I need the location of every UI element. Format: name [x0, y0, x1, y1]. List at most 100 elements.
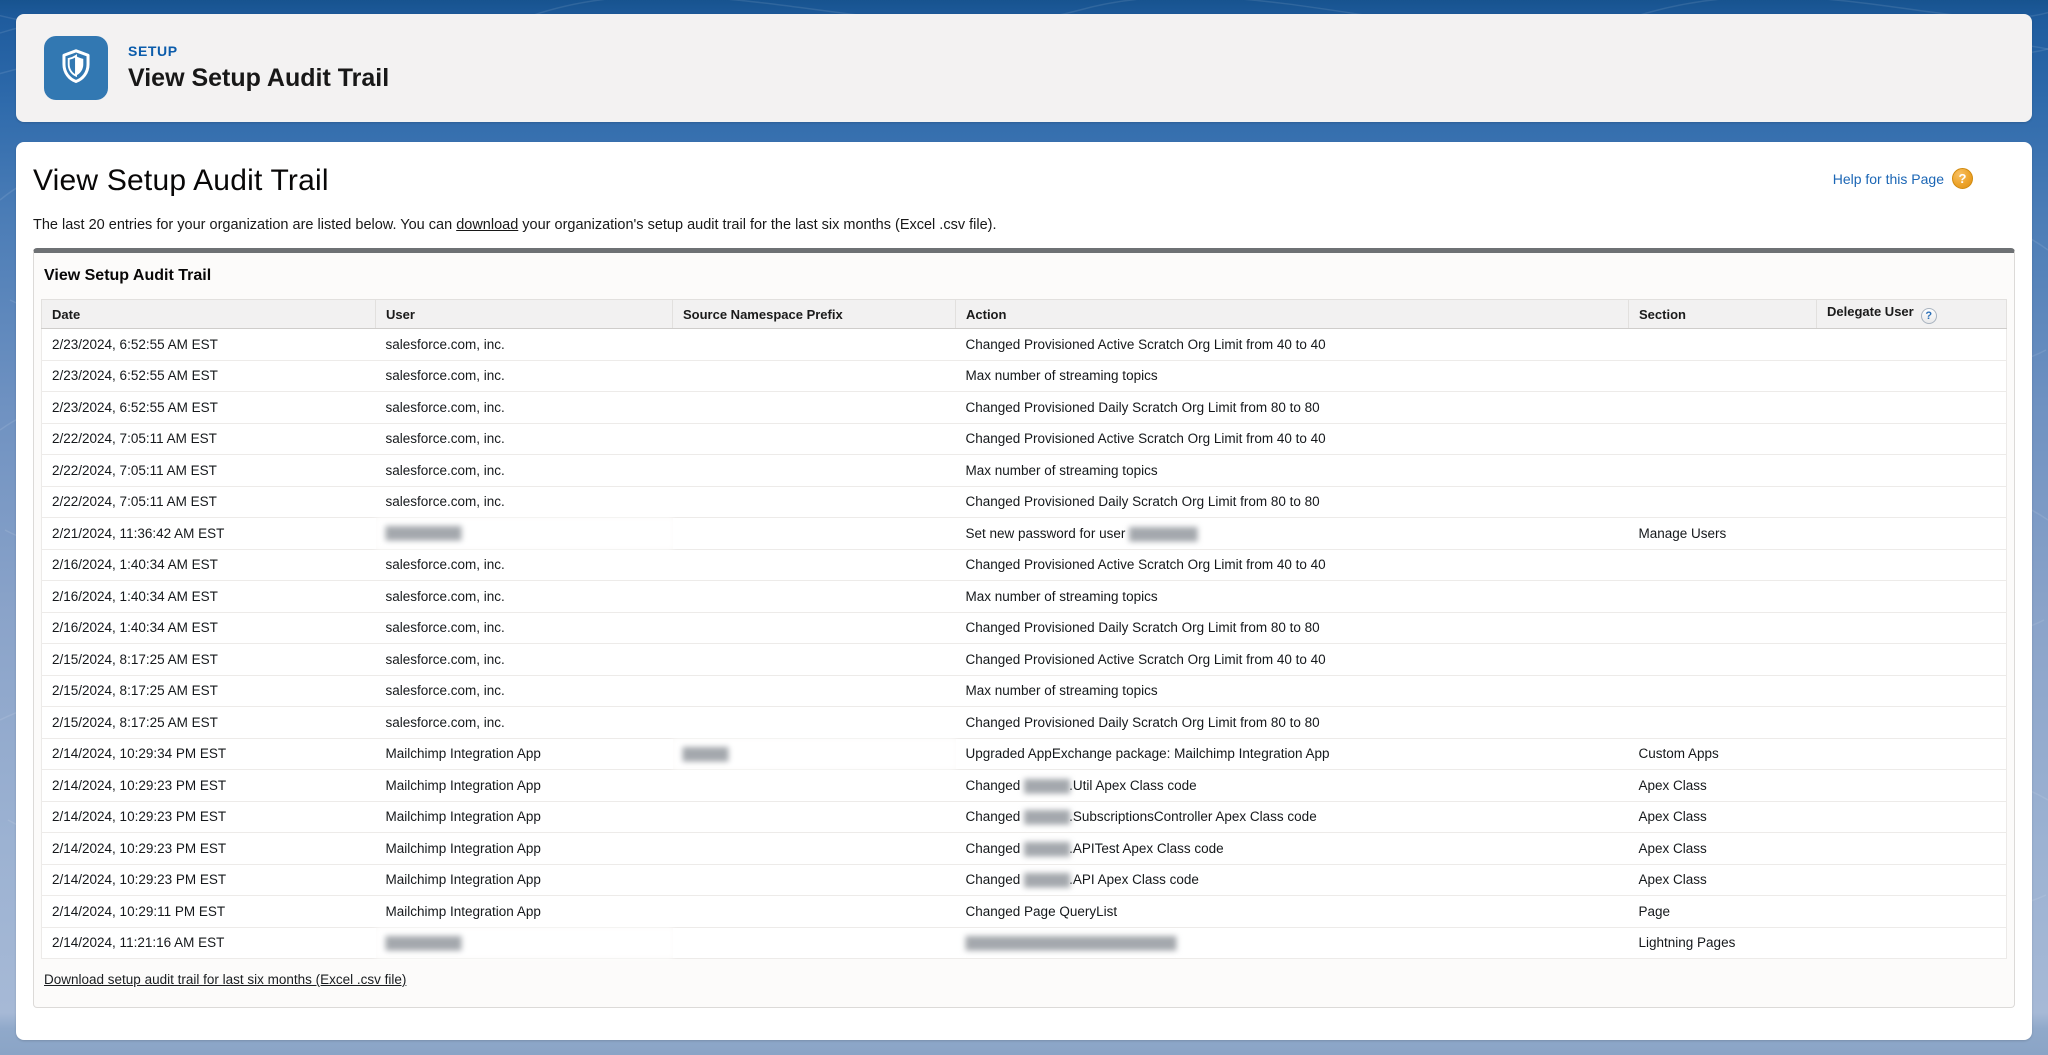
- cell-date: 2/15/2024, 8:17:25 AM EST: [42, 644, 376, 676]
- cell-namespace-prefix: [673, 329, 956, 361]
- intro-before: The last 20 entries for your organizatio…: [33, 217, 456, 233]
- cell-user: Mailchimp Integration App: [376, 770, 673, 802]
- cell-delegate-user: [1817, 455, 2007, 487]
- cell-section: [1629, 707, 1817, 739]
- cell-user: Mailchimp Integration App: [376, 896, 673, 928]
- table-row: 2/16/2024, 1:40:34 AM EST salesforce.com…: [42, 549, 2007, 581]
- cell-user: Mailchimp Integration App: [376, 801, 673, 833]
- cell-delegate-user: [1817, 864, 2007, 896]
- cell-namespace-prefix: [673, 770, 956, 802]
- cell-section: Custom Apps: [1629, 738, 1817, 770]
- cell-date: 2/22/2024, 7:05:11 AM EST: [42, 455, 376, 487]
- cell-date: 2/14/2024, 10:29:23 PM EST: [42, 833, 376, 865]
- cell-user: salesforce.com, inc.: [376, 581, 673, 613]
- table-row: 2/22/2024, 7:05:11 AM EST salesforce.com…: [42, 423, 2007, 455]
- table-row: 2/14/2024, 11:21:16 AM EST ██████████ ██…: [42, 927, 2007, 959]
- cell-namespace-prefix: [673, 360, 956, 392]
- cell-date: 2/14/2024, 10:29:23 PM EST: [42, 801, 376, 833]
- cell-date: 2/16/2024, 1:40:34 AM EST: [42, 612, 376, 644]
- cell-user: salesforce.com, inc.: [376, 392, 673, 424]
- table-row: 2/15/2024, 8:17:25 AM EST salesforce.com…: [42, 644, 2007, 676]
- table-row: 2/22/2024, 7:05:11 AM EST salesforce.com…: [42, 486, 2007, 518]
- redacted-text: ██████: [1024, 842, 1069, 856]
- action-text: Changed Provisioned Active Scratch Org L…: [966, 652, 1326, 667]
- redacted-text: ██████: [1024, 779, 1069, 793]
- download-audit-trail-link[interactable]: Download setup audit trail for last six …: [44, 972, 406, 987]
- main-top-section: View Setup Audit Trail Help for this Pag…: [33, 142, 2015, 233]
- cell-user: salesforce.com, inc.: [376, 423, 673, 455]
- redacted-text: █████████: [1129, 527, 1197, 541]
- table-header-row: Date User Source Namespace Prefix Action…: [42, 300, 2007, 329]
- cell-date: 2/16/2024, 1:40:34 AM EST: [42, 549, 376, 581]
- cell-action: Changed ██████.SubscriptionsController A…: [956, 801, 1629, 833]
- cell-date: 2/15/2024, 8:17:25 AM EST: [42, 675, 376, 707]
- cell-delegate-user: [1817, 486, 2007, 518]
- help-for-this-page-link[interactable]: Help for this Page: [1833, 171, 1944, 187]
- cell-namespace-prefix: [673, 864, 956, 896]
- cell-user: salesforce.com, inc.: [376, 360, 673, 392]
- table-row: 2/14/2024, 10:29:34 PM EST Mailchimp Int…: [42, 738, 2007, 770]
- action-text: Changed Provisioned Daily Scratch Org Li…: [966, 715, 1320, 730]
- cell-section: [1629, 455, 1817, 487]
- action-text: .SubscriptionsController Apex Class code: [1069, 809, 1317, 824]
- cell-section: [1629, 612, 1817, 644]
- cell-action: Upgraded AppExchange package: Mailchimp …: [956, 738, 1629, 770]
- help-question-mark-icon[interactable]: ?: [1952, 168, 1973, 189]
- cell-section: [1629, 581, 1817, 613]
- action-text: Changed Provisioned Daily Scratch Org Li…: [966, 620, 1320, 635]
- cell-delegate-user: [1817, 518, 2007, 550]
- delegate-user-help-icon[interactable]: ?: [1921, 308, 1937, 324]
- download-row: Download setup audit trail for last six …: [41, 959, 2007, 1003]
- cell-section: [1629, 392, 1817, 424]
- cell-namespace-prefix: [673, 518, 956, 550]
- cell-action: Max number of streaming topics: [956, 455, 1629, 487]
- cell-action: Max number of streaming topics: [956, 581, 1629, 613]
- shield-icon: [57, 47, 95, 90]
- intro-text: The last 20 entries for your organizatio…: [33, 217, 2015, 233]
- table-row: 2/14/2024, 10:29:23 PM EST Mailchimp Int…: [42, 801, 2007, 833]
- cell-namespace-prefix: [673, 486, 956, 518]
- table-row: 2/21/2024, 11:36:42 AM EST ██████████ Se…: [42, 518, 2007, 550]
- cell-user: salesforce.com, inc.: [376, 644, 673, 676]
- redacted-text: ██████: [1024, 873, 1069, 887]
- security-icon-tile: [44, 36, 108, 100]
- cell-user: Mailchimp Integration App: [376, 833, 673, 865]
- action-text: Changed: [966, 872, 1025, 887]
- intro-after: your organization's setup audit trail fo…: [518, 217, 996, 233]
- setup-eyebrow-label: SETUP: [128, 43, 389, 59]
- audit-trail-block: View Setup Audit Trail Date User Source …: [33, 248, 2015, 1008]
- cell-date: 2/14/2024, 10:29:11 PM EST: [42, 896, 376, 928]
- cell-delegate-user: [1817, 612, 2007, 644]
- action-text: Changed Provisioned Daily Scratch Org Li…: [966, 494, 1320, 509]
- cell-date: 2/23/2024, 6:52:55 AM EST: [42, 329, 376, 361]
- cell-action: Max number of streaming topics: [956, 675, 1629, 707]
- main-content-card: View Setup Audit Trail Help for this Pag…: [16, 142, 2032, 1040]
- cell-delegate-user: [1817, 770, 2007, 802]
- cell-action: Changed Provisioned Daily Scratch Org Li…: [956, 612, 1629, 644]
- table-row: 2/23/2024, 6:52:55 AM EST salesforce.com…: [42, 392, 2007, 424]
- cell-section: Manage Users: [1629, 518, 1817, 550]
- cell-section: Lightning Pages: [1629, 927, 1817, 959]
- setup-page-header: SETUP View Setup Audit Trail: [16, 14, 2032, 122]
- cell-delegate-user: [1817, 707, 2007, 739]
- cell-section: [1629, 423, 1817, 455]
- table-row: 2/14/2024, 10:29:23 PM EST Mailchimp Int…: [42, 770, 2007, 802]
- column-header-date: Date: [42, 300, 376, 329]
- download-inline-link[interactable]: download: [456, 217, 518, 233]
- cell-section: [1629, 360, 1817, 392]
- table-row: 2/14/2024, 10:29:23 PM EST Mailchimp Int…: [42, 864, 2007, 896]
- setup-audit-trail-page: { "colors": { "accent_blue": "#3278b2", …: [0, 0, 2048, 1055]
- cell-delegate-user: [1817, 927, 2007, 959]
- action-text: Max number of streaming topics: [966, 683, 1158, 698]
- cell-delegate-user: [1817, 423, 2007, 455]
- cell-delegate-user: [1817, 896, 2007, 928]
- cell-date: 2/22/2024, 7:05:11 AM EST: [42, 423, 376, 455]
- cell-date: 2/14/2024, 10:29:23 PM EST: [42, 770, 376, 802]
- audit-trail-block-heading: View Setup Audit Trail: [44, 267, 2007, 285]
- cell-namespace-prefix: [673, 833, 956, 865]
- action-text: Changed Provisioned Daily Scratch Org Li…: [966, 400, 1320, 415]
- cell-delegate-user: [1817, 360, 2007, 392]
- cell-action: Changed Provisioned Active Scratch Org L…: [956, 329, 1629, 361]
- cell-action: Changed Provisioned Daily Scratch Org Li…: [956, 392, 1629, 424]
- cell-action: Set new password for user █████████: [956, 518, 1629, 550]
